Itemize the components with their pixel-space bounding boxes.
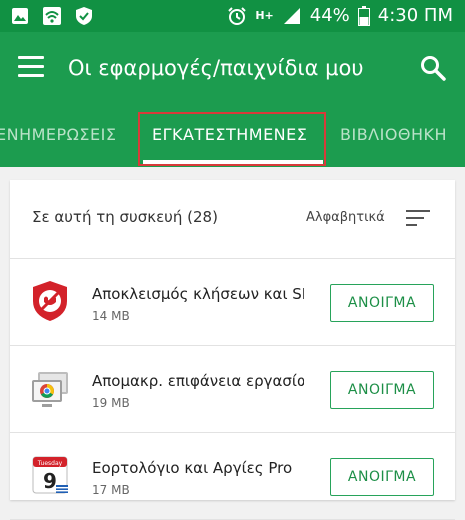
image-icon	[12, 8, 28, 24]
clock: 4:30 ΠΜ	[377, 5, 453, 26]
tab-updates[interactable]: ΕΝΗΜΕΡΩΣΕΙΣ	[0, 125, 116, 144]
battery-icon	[357, 5, 370, 26]
list-header: Σε αυτή τη συσκευή (28) Αλφαβητικά	[10, 180, 455, 259]
open-button[interactable]: ΑΝΟΙΓΜΑ	[330, 284, 434, 322]
page-title: Οι εφαρμογές/παιχνίδια μου	[68, 56, 364, 80]
app-name: Εορτολόγιο και Αργίες Pro	[92, 459, 293, 477]
status-bar-right: H+ 44% 4:30 ΠΜ	[227, 5, 453, 26]
open-button[interactable]: ΑΝΟΙΓΜΑ	[330, 458, 434, 496]
signal-icon	[283, 7, 300, 24]
sort-label[interactable]: Αλφαβητικά	[306, 210, 385, 225]
call-blocker-icon	[33, 281, 67, 321]
calendar-weekday: Tuesday	[37, 460, 63, 467]
device-app-count: Σε αυτή τη συσκευή (28)	[32, 208, 218, 226]
app-size: 14 MB	[92, 309, 130, 323]
network-type: H+	[255, 9, 274, 22]
battery-percent: 44%	[309, 5, 350, 26]
tab-library[interactable]: ΒΙΒΛΙΟΘΗΚΗ	[340, 125, 447, 144]
sort-icon[interactable]	[406, 210, 430, 228]
shield-check-icon	[76, 7, 92, 25]
menu-icon[interactable]	[18, 56, 44, 78]
app-size: 17 MB	[92, 483, 130, 497]
installed-apps-card: Σε αυτή τη συσκευή (28) Αλφαβητικά Αποκλ…	[10, 180, 455, 520]
wifi-icon	[43, 7, 61, 25]
search-icon[interactable]	[419, 54, 447, 82]
app-bar: Οι εφαρμογές/παιχνίδια μου	[0, 32, 465, 107]
open-button[interactable]: ΑΝΟΙΓΜΑ	[330, 371, 434, 409]
highlight-box	[138, 112, 326, 166]
remote-desktop-icon	[32, 372, 68, 407]
app-name: Αποκλεισμός κλήσεων και SMS	[92, 285, 304, 303]
list-item[interactable]: Tuesday 9 Εορτολόγιο και Αργίες Pro 17 M…	[10, 433, 455, 520]
calendar-icon: Tuesday 9	[32, 456, 68, 494]
list-item[interactable]: Αποκλεισμός κλήσεων και SMS 14 MB ΑΝΟΙΓΜ…	[10, 259, 455, 346]
app-size: 19 MB	[92, 396, 130, 410]
alarm-icon	[228, 6, 247, 25]
list-item[interactable]: Απομακρ. επιφάνεια εργασίας 19 MB ΑΝΟΙΓΜ…	[10, 346, 455, 433]
status-bar: H+ 44% 4:30 ΠΜ	[0, 0, 465, 32]
status-bar-left	[10, 6, 94, 26]
app-name: Απομακρ. επιφάνεια εργασίας	[92, 372, 304, 390]
calendar-day: 9	[43, 469, 57, 493]
